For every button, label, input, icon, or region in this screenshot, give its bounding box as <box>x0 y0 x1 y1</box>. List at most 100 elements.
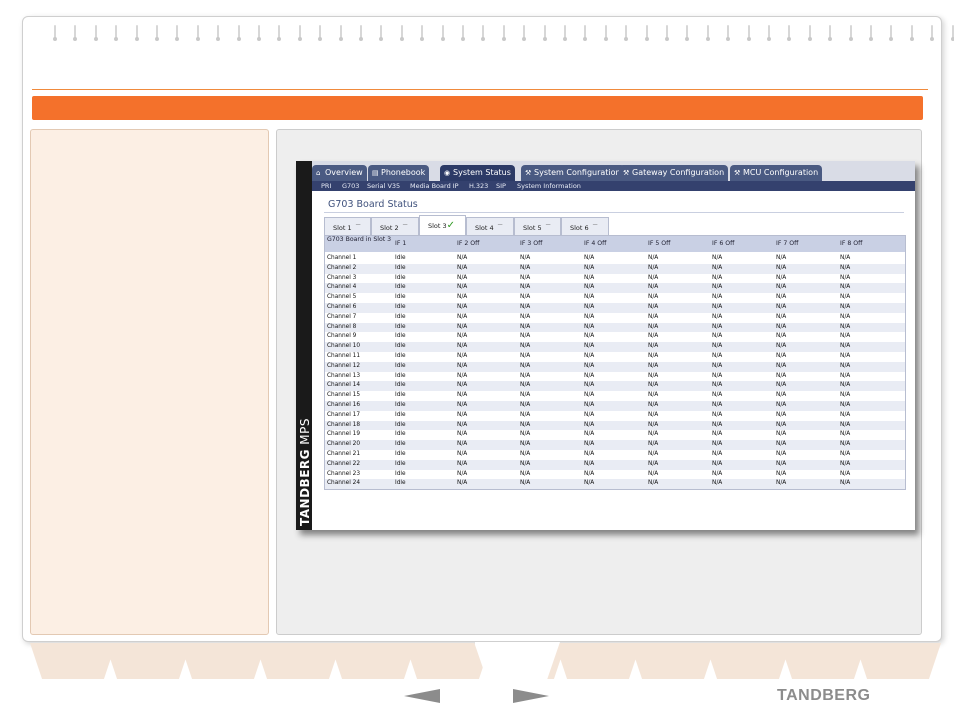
table-cell: N/A <box>712 284 723 291</box>
chapter-tab[interactable] <box>855 643 941 679</box>
table-cell: N/A <box>712 264 723 271</box>
slot-status-icon: — <box>497 222 503 228</box>
subnav-h323[interactable]: H.323 <box>469 181 488 191</box>
table-cell: Channel 23 <box>327 470 361 477</box>
table-row: Channel 7 Idle N/A N/A N/A N/A N/A N/A N/A <box>325 313 905 323</box>
tab-overview[interactable]: ⌂ Overview <box>312 165 367 181</box>
slot-tab-2[interactable]: Slot 2— <box>371 217 419 235</box>
table-cell: N/A <box>457 323 468 330</box>
table-cell: N/A <box>648 255 659 261</box>
chapter-tab[interactable] <box>780 643 866 679</box>
chapter-tab[interactable] <box>105 643 191 679</box>
table-cell: N/A <box>648 343 659 350</box>
table-cell: Channel 3 <box>327 274 357 281</box>
table-cell: N/A <box>840 411 851 418</box>
table-cell: N/A <box>457 470 468 477</box>
table-cell: Channel 12 <box>327 362 361 369</box>
table-cell: N/A <box>520 352 531 359</box>
chapter-tab[interactable] <box>330 643 416 679</box>
table-cell: N/A <box>457 264 468 271</box>
tab-system-status[interactable]: ◉ System Status <box>440 165 515 181</box>
table-cell: Idle <box>395 372 406 379</box>
table-cell: N/A <box>457 450 468 457</box>
table-cell: N/A <box>584 421 595 428</box>
binder-ring <box>216 25 221 43</box>
table-cell: N/A <box>520 274 531 281</box>
table-cell: N/A <box>776 352 787 359</box>
table-cell: Channel 21 <box>327 450 361 457</box>
table-row: Channel 4 Idle N/A N/A N/A N/A N/A N/A N/A <box>325 283 905 294</box>
subnav-pri[interactable]: PRI <box>321 181 331 191</box>
column-header: IF 8 Off <box>840 240 863 247</box>
arrow-right-icon[interactable] <box>513 689 549 703</box>
chapter-tab-current[interactable] <box>474 642 560 682</box>
table-cell: N/A <box>457 343 468 350</box>
binder-ring <box>236 25 241 43</box>
table-cell: N/A <box>584 352 595 359</box>
table-cell: N/A <box>457 255 468 261</box>
tab-gateway-configuration[interactable]: ⚒ Gateway Configuration <box>619 165 729 181</box>
table-cell: N/A <box>584 441 595 448</box>
chapter-tab[interactable] <box>630 643 716 679</box>
subnav-g703[interactable]: G703 <box>342 181 359 191</box>
table-cell: Channel 20 <box>327 441 361 448</box>
table-cell: N/A <box>648 372 659 379</box>
table-row: Channel 12 Idle N/A N/A N/A N/A N/A N/A N/A <box>325 361 905 372</box>
slot-tab-4[interactable]: Slot 4— <box>466 217 514 235</box>
binder-ring <box>767 25 771 43</box>
column-header: IF 1 <box>395 240 407 247</box>
subnav-sip[interactable]: SIP <box>496 181 506 191</box>
chapter-tab[interactable] <box>180 643 266 679</box>
slot-tab-6[interactable]: Slot 6— <box>561 217 609 235</box>
binder-ring <box>624 25 629 43</box>
table-cell: N/A <box>520 401 531 408</box>
table-cell: Idle <box>395 264 406 271</box>
table-cell: N/A <box>584 431 595 438</box>
subnav-system-information[interactable]: System Information <box>517 181 581 191</box>
table-cell: N/A <box>584 411 595 418</box>
table-cell: N/A <box>840 470 851 477</box>
table-row: Channel 6 Idle N/A N/A N/A N/A N/A N/A N/A <box>325 302 905 313</box>
slot-tab-5[interactable]: Slot 5— <box>514 217 561 235</box>
table-cell: Channel 24 <box>327 480 361 487</box>
brand-logo: TANDBERG MPS <box>298 276 312 526</box>
table-row: Channel 3 Idle N/A N/A N/A N/A N/A N/A N/A <box>325 274 905 284</box>
table-cell: Idle <box>395 352 406 359</box>
table-cell: Channel 7 <box>327 313 357 320</box>
table-cell: Channel 1 <box>327 255 357 261</box>
table-cell: N/A <box>776 401 787 408</box>
chapter-tab[interactable] <box>705 643 791 679</box>
chapter-tab[interactable] <box>555 643 641 679</box>
subnav-serial-v35[interactable]: Serial V35 <box>367 181 400 191</box>
chapter-tab[interactable] <box>255 643 341 679</box>
table-cell: N/A <box>648 392 659 399</box>
table-cell: N/A <box>520 450 531 457</box>
table-cell: N/A <box>776 382 787 389</box>
table-cell: N/A <box>648 362 659 369</box>
slot-tab-3[interactable]: Slot 3✓ <box>419 215 466 237</box>
table-row: Channel 22 Idle N/A N/A N/A N/A N/A N/A N/A <box>325 459 905 470</box>
column-header: G703 Board in Slot 3 <box>327 236 392 243</box>
binder-ring <box>950 25 954 43</box>
table-cell: N/A <box>584 313 595 320</box>
table-cell: Channel 18 <box>327 421 361 428</box>
tab-mcu-configuration[interactable]: ⚒ MCU Configuration <box>730 165 823 181</box>
table-cell: N/A <box>457 460 468 467</box>
table-cell: N/A <box>712 450 723 457</box>
table-cell: N/A <box>648 303 659 310</box>
binder-rings <box>53 25 954 55</box>
slot-tab-1[interactable]: Slot 1— <box>324 217 371 235</box>
home-icon: ⌂ <box>316 169 321 177</box>
table-cell: N/A <box>584 264 595 271</box>
tab-system-configuration[interactable]: ⚒ System Configuration <box>521 165 625 181</box>
tab-phonebook[interactable]: ▤ Phonebook <box>368 165 430 181</box>
subnav-media-board-ip[interactable]: Media Board IP <box>410 181 459 191</box>
chapter-tab[interactable] <box>30 643 116 679</box>
table-cell: N/A <box>520 333 531 340</box>
arrow-left-icon[interactable] <box>404 689 440 703</box>
binder-ring <box>399 25 404 43</box>
table-cell: N/A <box>648 323 659 330</box>
column-header: IF 7 Off <box>776 240 799 247</box>
table-cell: N/A <box>648 450 659 457</box>
mps-web-window: TANDBERG MPS ⌂ Overview ▤ Phonebook ◉ Syste… <box>296 161 915 530</box>
